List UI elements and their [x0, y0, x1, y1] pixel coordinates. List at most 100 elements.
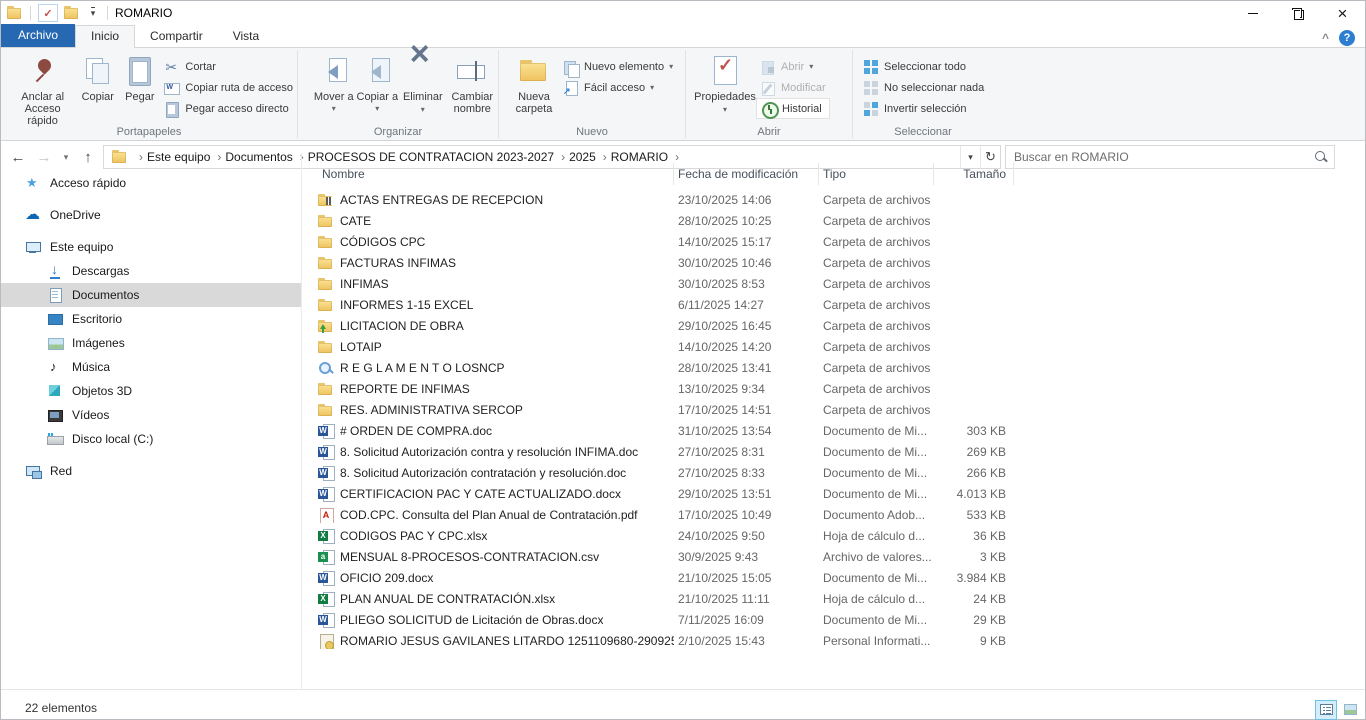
new-item-button[interactable]: Nuevo elemento	[559, 56, 677, 77]
file-type-icon	[318, 633, 334, 649]
table-row[interactable]: ACTAS ENTREGAS DE RECEPCION 23/10/2025 1…	[302, 189, 1365, 210]
restore-button[interactable]	[1275, 1, 1320, 25]
sidebar-item[interactable]: Vídeos	[1, 403, 301, 427]
table-row[interactable]: FACTURAS INFIMAS 30/10/2025 10:46 Carpet…	[302, 252, 1365, 273]
table-row[interactable]: CERTIFICACION PAC Y CATE ACTUALIZADO.doc…	[302, 483, 1365, 504]
thumbnails-view-button[interactable]	[1339, 700, 1361, 720]
table-row[interactable]: RES. ADMINISTRATIVA SERCOP 17/10/2025 14…	[302, 399, 1365, 420]
paste-shortcut-button[interactable]: Pegar acceso directo	[160, 98, 297, 119]
delete-button[interactable]: Eliminar	[399, 51, 446, 116]
pin-quick-access-button[interactable]: Anclar al Acceso rápido	[9, 51, 76, 127]
paste-button[interactable]: Pegar	[119, 51, 160, 103]
file-date: 13/10/2025 9:34	[674, 382, 819, 396]
sort-ascending-icon[interactable]: ^	[485, 153, 490, 164]
column-header-date[interactable]: Fecha de modificación	[674, 167, 819, 181]
cut-button[interactable]: Cortar	[160, 56, 297, 77]
new-folder-button[interactable]: Nueva carpeta	[509, 51, 559, 115]
copy-to-button[interactable]: Copiar a	[356, 51, 400, 115]
table-row[interactable]: MENSUAL 8-PROCESOS-CONTRATACION.csv 30/9…	[302, 546, 1365, 567]
table-row[interactable]: 8. Solicitud Autorización contra y resol…	[302, 441, 1365, 462]
sidebar-item[interactable]: Disco local (C:)	[1, 427, 301, 451]
table-row[interactable]: INFIMAS 30/10/2025 8:53 Carpeta de archi…	[302, 273, 1365, 294]
sidebar-item-label: Música	[72, 360, 110, 374]
select-none-button[interactable]: No seleccionar nada	[859, 77, 988, 98]
table-row[interactable]: INFORMES 1-15 EXCEL 6/11/2025 14:27 Carp…	[302, 294, 1365, 315]
details-view-button[interactable]	[1315, 700, 1337, 720]
qat-new-folder-button[interactable]	[62, 4, 82, 22]
file-name-cell: R E G L A M E N T O LOSNCP	[318, 360, 674, 376]
file-name-cell: INFORMES 1-15 EXCEL	[318, 297, 674, 313]
file-name-cell: REPORTE DE INFIMAS	[318, 381, 674, 397]
file-name: ROMARIO JESUS GAVILANES LITARDO 12511096…	[340, 634, 674, 648]
sidebar-item[interactable]: Red	[1, 459, 301, 483]
file-date: 6/11/2025 14:27	[674, 298, 819, 312]
sidebar-item[interactable]: Descargas	[1, 259, 301, 283]
history-icon	[761, 101, 777, 117]
sidebar-item[interactable]: Este equipo	[1, 235, 301, 259]
table-row[interactable]: CATE 28/10/2025 10:25 Carpeta de archivo…	[302, 210, 1365, 231]
table-row[interactable]: OFICIO 209.docx 21/10/2025 15:05 Documen…	[302, 567, 1365, 588]
move-to-button[interactable]: Mover a	[312, 51, 356, 115]
easy-access-button[interactable]: Fácil acceso	[559, 77, 677, 98]
sidebar-item-icon	[47, 263, 63, 279]
details-view-icon	[1320, 704, 1333, 715]
copy-path-button[interactable]: Copiar ruta de acceso	[160, 77, 297, 98]
file-type: Hoja de cálculo d...	[819, 529, 934, 543]
sidebar-item[interactable]: Objetos 3D	[1, 379, 301, 403]
help-icon[interactable]: ?	[1339, 30, 1355, 46]
file-date: 27/10/2025 8:31	[674, 445, 819, 459]
tab-compartir[interactable]: Compartir	[135, 26, 218, 47]
move-to-icon	[317, 54, 351, 88]
select-all-button[interactable]: Seleccionar todo	[859, 56, 988, 77]
file-type-icon	[318, 570, 334, 586]
collapse-ribbon-icon[interactable]	[1322, 29, 1329, 47]
table-row[interactable]: REPORTE DE INFIMAS 13/10/2025 9:34 Carpe…	[302, 378, 1365, 399]
sidebar-item-icon	[25, 175, 41, 191]
sidebar-item[interactable]: Acceso rápido	[1, 171, 301, 195]
file-type-icon	[318, 549, 334, 565]
qat-properties-button[interactable]	[38, 4, 58, 22]
tab-vista[interactable]: Vista	[218, 26, 274, 47]
sidebar-item[interactable]: Música	[1, 355, 301, 379]
sidebar-item[interactable]: OneDrive	[1, 203, 301, 227]
sidebar-item[interactable]: Escritorio	[1, 307, 301, 331]
table-row[interactable]: # ORDEN DE COMPRA.doc 31/10/2025 13:54 D…	[302, 420, 1365, 441]
close-button[interactable]	[1320, 1, 1365, 25]
properties-button[interactable]: Propiedades	[694, 51, 756, 116]
column-header-size[interactable]: Tamaño	[934, 167, 1014, 181]
copy-button[interactable]: Copiar	[76, 51, 119, 103]
file-name: CODIGOS PAC Y CPC.xlsx	[340, 529, 487, 543]
tab-archivo[interactable]: Archivo	[1, 24, 75, 47]
status-bar: 22 elementos	[1, 689, 1365, 719]
table-row[interactable]: 8. Solicitud Autorización contratación y…	[302, 462, 1365, 483]
file-name: LOTAIP	[340, 340, 382, 354]
file-name: MENSUAL 8-PROCESOS-CONTRATACION.csv	[340, 550, 599, 564]
table-row[interactable]: LICITACION DE OBRA 29/10/2025 16:45 Carp…	[302, 315, 1365, 336]
table-row[interactable]: CÓDIGOS CPC 14/10/2025 15:17 Carpeta de …	[302, 231, 1365, 252]
group-label: Abrir	[686, 126, 852, 138]
sidebar-item[interactable]: Imágenes	[1, 331, 301, 355]
new-folder-icon	[517, 54, 551, 88]
tab-inicio[interactable]: Inicio	[75, 25, 135, 48]
file-type-icon	[318, 612, 334, 628]
open-button[interactable]: Abrir	[756, 56, 830, 77]
qat-customize-dropdown[interactable]	[86, 4, 100, 22]
select-none-icon	[863, 80, 879, 96]
table-row[interactable]: R E G L A M E N T O LOSNCP 28/10/2025 13…	[302, 357, 1365, 378]
minimize-button[interactable]	[1230, 1, 1275, 25]
invert-selection-button[interactable]: Invertir selección	[859, 98, 988, 119]
column-header-type[interactable]: Tipo	[819, 167, 934, 181]
history-button[interactable]: Historial	[756, 98, 830, 119]
sidebar-item[interactable]: Documentos	[1, 283, 301, 307]
table-row[interactable]: LOTAIP 14/10/2025 14:20 Carpeta de archi…	[302, 336, 1365, 357]
table-row[interactable]: PLIEGO SOLICITUD de Licitación de Obras.…	[302, 609, 1365, 630]
file-size: 266 KB	[934, 466, 1014, 480]
table-row[interactable]: CODIGOS PAC Y CPC.xlsx 24/10/2025 9:50 H…	[302, 525, 1365, 546]
column-header-name[interactable]: Nombre	[318, 167, 674, 181]
rename-button[interactable]: Cambiar nombre	[447, 51, 498, 115]
table-row[interactable]: ROMARIO JESUS GAVILANES LITARDO 12511096…	[302, 630, 1365, 651]
table-row[interactable]: COD.CPC. Consulta del Plan Anual de Cont…	[302, 504, 1365, 525]
edit-button[interactable]: Modificar	[756, 77, 830, 98]
table-row[interactable]: PLAN ANUAL DE CONTRATACIÓN.xlsx 21/10/20…	[302, 588, 1365, 609]
sidebar-item-icon	[47, 359, 63, 375]
